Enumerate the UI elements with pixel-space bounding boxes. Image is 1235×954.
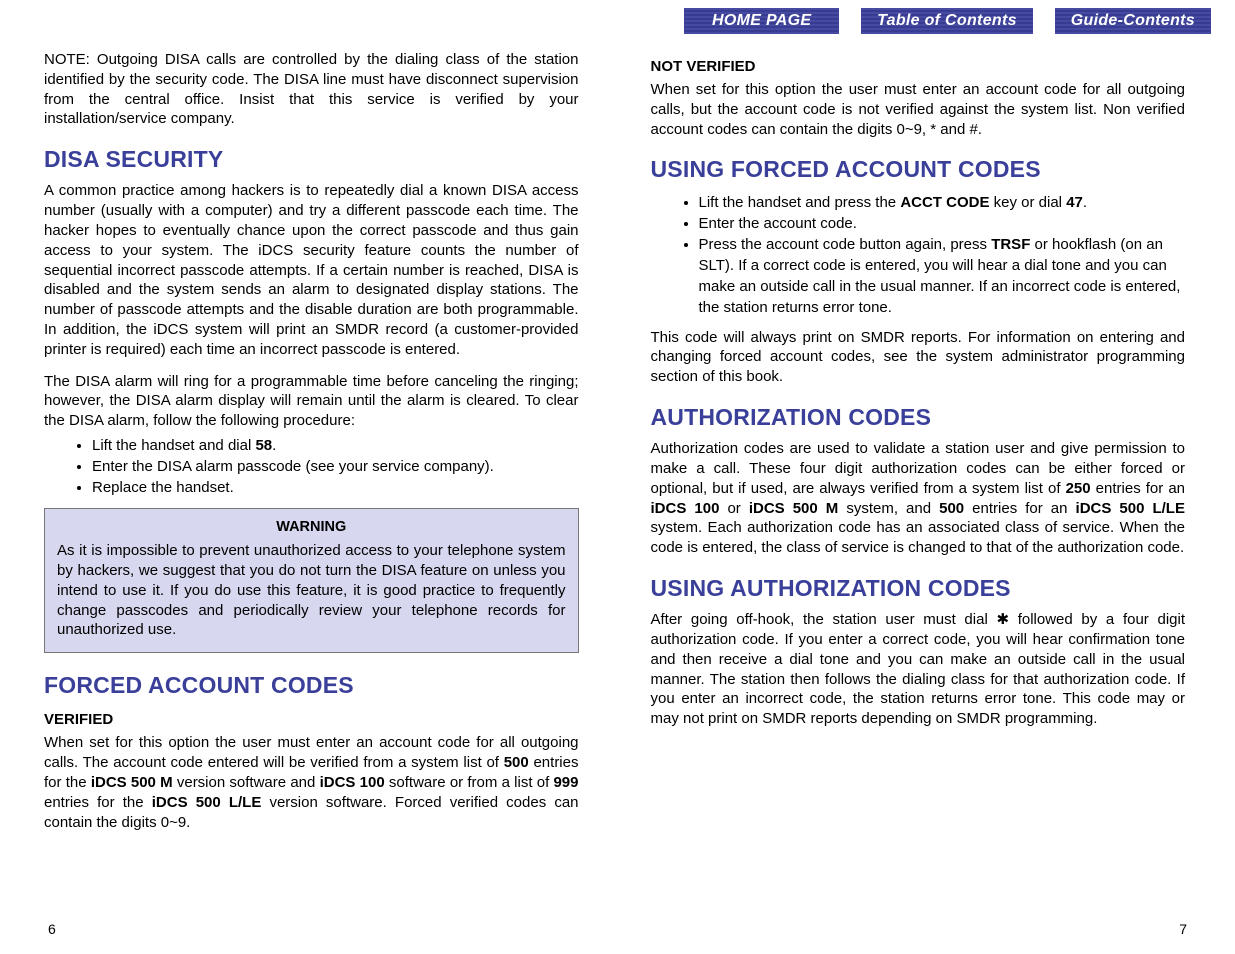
page-number-left: 6: [48, 920, 56, 940]
not-verified-paragraph: When set for this option the user must e…: [651, 80, 1186, 139]
disa-security-p1: A common practice among hackers is to re…: [44, 181, 579, 359]
disa-security-p2: The DISA alarm will ring for a programma…: [44, 372, 579, 431]
authorization-codes-paragraph: Authorization codes are used to validate…: [651, 439, 1186, 558]
list-item: Enter the DISA alarm passcode (see your …: [92, 456, 579, 477]
page-numbers: 6 7: [0, 920, 1235, 940]
forced-account-codes-heading: FORCED ACCOUNT CODES: [44, 669, 579, 701]
using-forced-tail: This code will always print on SMDR repo…: [651, 328, 1186, 387]
list-item: Enter the account code.: [699, 213, 1186, 234]
list-item: Lift the handset and press the ACCT CODE…: [699, 192, 1186, 213]
authorization-codes-heading: AUTHORIZATION CODES: [651, 401, 1186, 433]
using-authorization-codes-heading: USING AUTHORIZATION CODES: [651, 572, 1186, 604]
table-of-contents-button[interactable]: Table of Contents: [861, 8, 1033, 34]
disa-steps-list: Lift the handset and dial 58. Enter the …: [92, 435, 579, 498]
using-forced-account-codes-heading: USING FORCED ACCOUNT CODES: [651, 153, 1186, 185]
left-column: NOTE: Outgoing DISA calls are controlled…: [44, 50, 579, 890]
right-column: NOT VERIFIED When set for this option th…: [651, 50, 1186, 890]
home-page-button[interactable]: HOME PAGE: [684, 8, 839, 34]
page-number-right: 7: [1179, 920, 1187, 940]
guide-contents-button[interactable]: Guide-Contents: [1055, 8, 1211, 34]
verified-heading: VERIFIED: [44, 709, 579, 730]
using-authorization-codes-paragraph: After going off-hook, the station user m…: [651, 610, 1186, 729]
verified-paragraph: When set for this option the user must e…: [44, 733, 579, 832]
warning-box: WARNING As it is impossible to prevent u…: [44, 508, 579, 653]
using-forced-steps-list: Lift the handset and press the ACCT CODE…: [699, 192, 1186, 318]
warning-title: WARNING: [57, 517, 566, 537]
top-nav: HOME PAGE Table of Contents Guide-Conten…: [684, 8, 1211, 34]
disa-note: NOTE: Outgoing DISA calls are controlled…: [44, 50, 579, 129]
not-verified-heading: NOT VERIFIED: [651, 56, 1186, 77]
warning-body: As it is impossible to prevent unauthori…: [57, 541, 566, 640]
list-item: Lift the handset and dial 58.: [92, 435, 579, 456]
list-item: Replace the handset.: [92, 477, 579, 498]
list-item: Press the account code button again, pre…: [699, 234, 1186, 318]
disa-security-heading: DISA SECURITY: [44, 143, 579, 175]
